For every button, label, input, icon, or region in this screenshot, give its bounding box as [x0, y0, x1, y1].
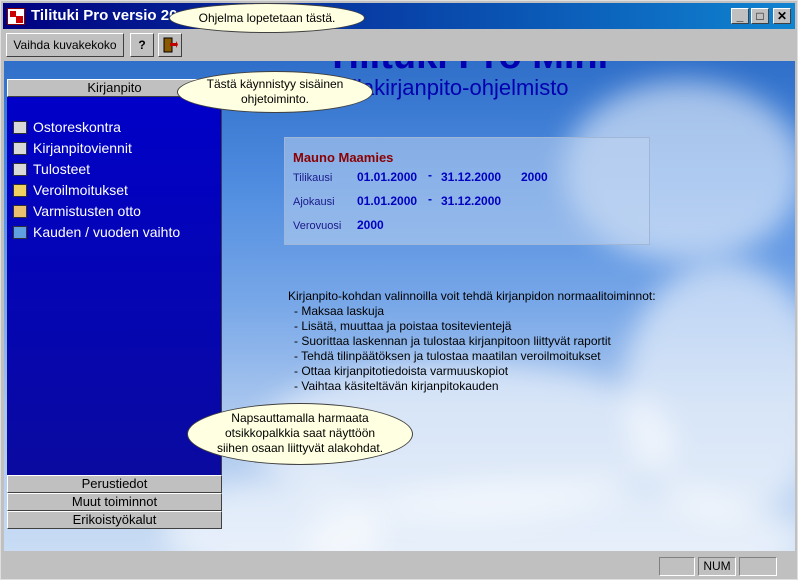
sidebar-item-veroilmoitukset[interactable]: Veroilmoitukset: [13, 180, 128, 200]
description-item: - Suorittaa laskennan ja tulostaa kirjan…: [294, 334, 611, 348]
change-icon-size-button[interactable]: Vaihda kuvakekoko: [6, 33, 124, 57]
question-icon: ?: [138, 38, 146, 52]
sidebar-item-kauden-vaihto[interactable]: Kauden / vuoden vaihto: [13, 222, 180, 242]
title-bar: Tilituki Pro versio 20 _ □ ✕: [3, 3, 795, 29]
verovuosi-label: Verovuosi: [293, 220, 342, 232]
callout-groups: Napsauttamalla harmaata otsikkopalkkia s…: [187, 403, 413, 465]
description-item: - Lisätä, muuttaa ja poistaa tositevient…: [294, 319, 512, 333]
app-logo-icon: [7, 8, 25, 25]
ajokausi-end: 31.12.2000: [441, 194, 502, 208]
status-cell-caps: [659, 557, 695, 576]
minimize-button[interactable]: _: [731, 8, 749, 24]
sidebar-item-ostoreskontra[interactable]: Ostoreskontra: [13, 117, 121, 137]
ledger-icon: [13, 121, 27, 134]
help-button[interactable]: ?: [130, 33, 154, 57]
sidebar-panel: Ostoreskontra Kirjanpitoviennit Tulostee…: [7, 97, 222, 475]
exit-door-icon: [163, 37, 178, 53]
folder-icon: [13, 184, 27, 197]
status-bar: NUM: [4, 554, 795, 578]
sidebar-header-perustiedot[interactable]: Perustiedot: [7, 475, 222, 493]
sidebar-header-muut-toiminnot[interactable]: Muut toiminnot: [7, 493, 222, 511]
ajokausi-label: Ajokausi: [293, 196, 335, 208]
sidebar-item-tulosteet[interactable]: Tulosteet: [13, 159, 90, 179]
tilikausi-label: Tilikausi: [293, 172, 333, 184]
description-item: - Ottaa kirjanpitotiedoista varmuuskopio…: [294, 364, 509, 378]
exit-button[interactable]: [158, 33, 182, 57]
callout-help: Tästä käynnistyy sisäinen ohjetoiminto.: [177, 71, 373, 113]
company-info-box: Mauno Maamies Tilikausi 01.01.2000 - 31.…: [284, 137, 650, 245]
tilikausi-year: 2000: [521, 170, 548, 184]
backup-icon: [13, 205, 27, 218]
calendar-icon: [13, 226, 27, 239]
sidebar-item-varmistusten-otto[interactable]: Varmistusten otto: [13, 201, 141, 221]
tilikausi-dash: -: [428, 168, 432, 182]
description-item: - Maksaa laskuja: [294, 304, 385, 318]
window-title: Tilituki Pro versio 20: [31, 7, 178, 24]
company-name: Mauno Maamies: [293, 150, 394, 165]
sidebar-header-erikoistyokalut[interactable]: Erikoistyökalut: [7, 511, 222, 529]
description-item: - Tehdä tilinpäätöksen ja tulostaa maati…: [294, 349, 601, 363]
ajokausi-dash: -: [428, 192, 432, 206]
sidebar: Kirjanpito Ostoreskontra Kirjanpitovienn…: [7, 79, 222, 529]
description-item: - Vaihtaa käsiteltävän kirjanpitokauden: [294, 379, 499, 393]
tilikausi-start: 01.01.2000: [357, 170, 418, 184]
status-num: NUM: [698, 557, 736, 576]
maximize-button[interactable]: □: [751, 8, 769, 24]
description-intro: Kirjanpito-kohdan valinnoilla voit tehdä…: [288, 289, 656, 303]
main-area: Tilituki Pro Mini tilakirjanpito-ohjelmi…: [4, 61, 795, 551]
description: Kirjanpito-kohdan valinnoilla voit tehdä…: [288, 289, 656, 394]
app-window: Tilituki Pro versio 20 _ □ ✕ Vaihda kuva…: [0, 0, 798, 580]
ajokausi-start: 01.01.2000: [357, 194, 418, 208]
sidebar-item-kirjanpitoviennit[interactable]: Kirjanpitoviennit: [13, 138, 132, 158]
brand-subtitle: tilakirjanpito-ohjelmisto: [346, 75, 569, 100]
callout-exit: Ohjelma lopetetaan tästä.: [169, 3, 365, 33]
status-cell-scroll: [739, 557, 777, 576]
verovuosi-value: 2000: [357, 218, 384, 232]
tilikausi-end: 31.12.2000: [441, 170, 502, 184]
close-button[interactable]: ✕: [773, 8, 791, 24]
ledger-icon: [13, 142, 27, 155]
printer-icon: [13, 163, 27, 176]
